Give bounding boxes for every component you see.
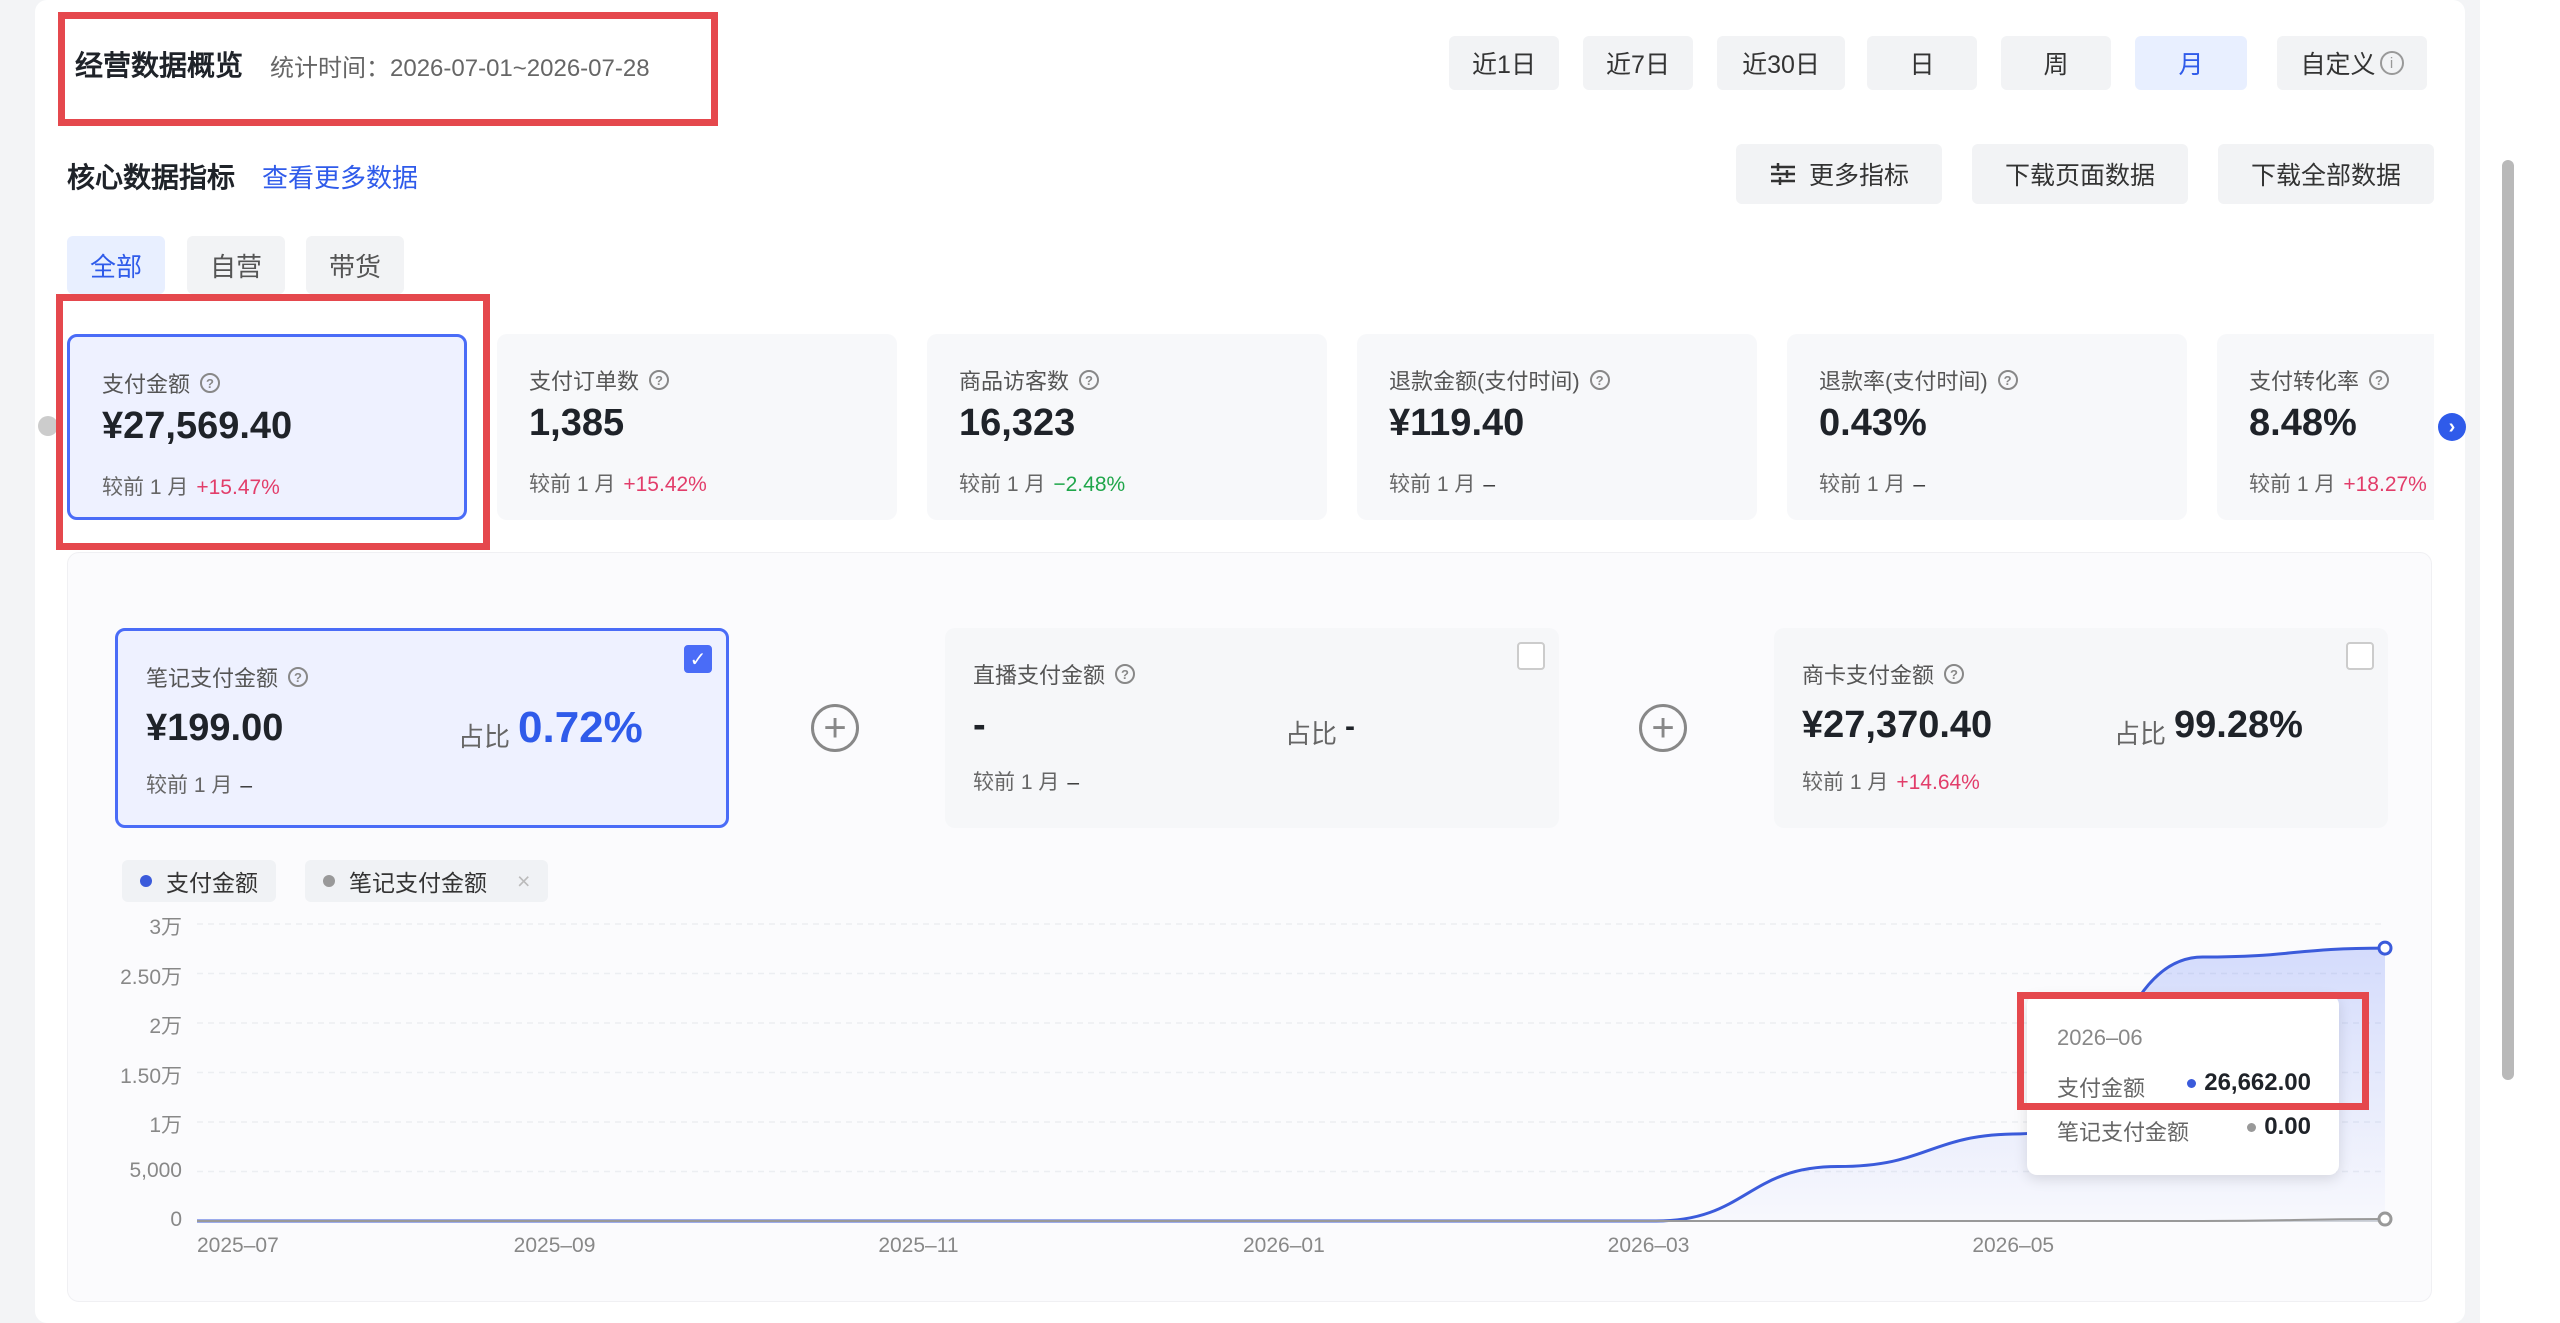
tooltip-dot-icon — [2187, 1079, 2197, 1089]
tooltip-row-label: 支付金额 — [2057, 1076, 2146, 1101]
tooltip-row-label: 笔记支付金额 — [2057, 1120, 2190, 1145]
tooltip-value-text: 26,662.00 — [2204, 1069, 2311, 1096]
tooltip-row-value: 26,662.00 — [2187, 1069, 2311, 1097]
data-point[interactable] — [2377, 940, 2393, 956]
page: 经营数据概览 统计时间：2026-07-01~2026-07-28 近1日 近7… — [0, 0, 2560, 1323]
tooltip-date: 2026–06 — [2057, 1025, 2143, 1050]
tooltip-value-text: 0.00 — [2264, 1113, 2311, 1140]
tooltip-dot-icon — [2247, 1123, 2257, 1133]
tooltip-row-value: 0.00 — [2247, 1113, 2311, 1141]
chart-tooltip: 2026–06 支付金额 26,662.00 笔记支付金额 0.00 — [2027, 995, 2339, 1175]
data-point[interactable] — [2377, 1211, 2393, 1227]
